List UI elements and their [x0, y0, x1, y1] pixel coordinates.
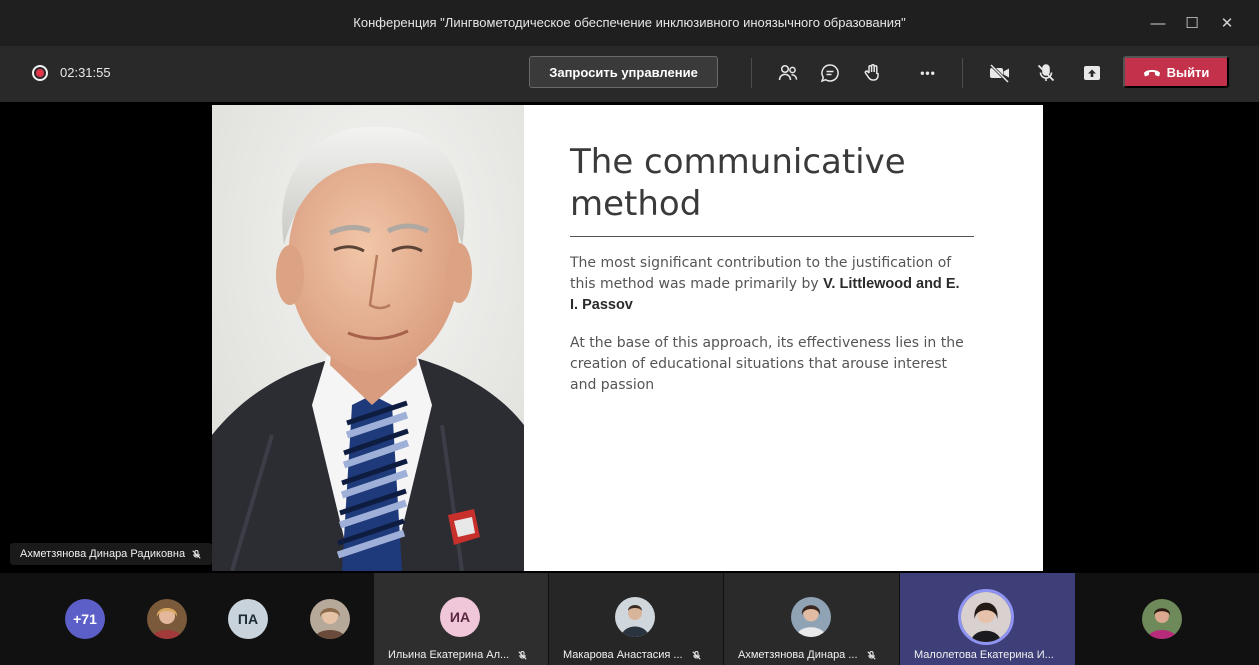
shared-content-stage: The communicative method The most signif…: [0, 102, 1259, 573]
toolbar-divider: [751, 58, 752, 88]
participant-name-text: Малолетова Екатерина И...: [914, 649, 1054, 661]
participant-initials: ИА: [440, 597, 480, 637]
participant-photo: [791, 597, 831, 637]
participant-name: Ильина Екатерина Ал...: [388, 649, 528, 661]
active-speaker-label: Ахметзянова Динара Радиковна: [10, 543, 213, 565]
camera-toggle-button[interactable]: [985, 58, 1015, 88]
request-control-button[interactable]: Запросить управление: [529, 56, 718, 88]
window-title: Конференция "Лингвометодическое обеспече…: [353, 15, 906, 30]
minimize-button[interactable]: —: [1141, 8, 1175, 38]
people-icon: [778, 64, 798, 81]
participant-name: Малолетова Екатерина И...: [914, 649, 1054, 661]
active-speaker-name: Ахметзянова Динара Радиковна: [20, 548, 186, 560]
participant-tile[interactable]: Макарова Анастасия ...: [549, 573, 723, 665]
share-screen-button[interactable]: [1077, 58, 1107, 88]
meeting-toolbar: 02:31:55 Запросить управление ••• Выйти: [0, 46, 1259, 102]
participant-tile[interactable]: Ахметзянова Динара ...: [724, 573, 899, 665]
camera-off-icon: [989, 63, 1010, 84]
chat-icon: [820, 64, 839, 83]
mic-toggle-button[interactable]: [1031, 58, 1061, 88]
more-participants-button[interactable]: +71: [65, 599, 105, 639]
meeting-timer: 02:31:55: [60, 65, 111, 80]
chat-button[interactable]: [815, 58, 845, 88]
participant-name-text: Ильина Екатерина Ал...: [388, 649, 510, 661]
more-actions-button[interactable]: •••: [913, 58, 943, 88]
mic-off-icon: [518, 650, 527, 660]
participant-avatar: [958, 589, 1014, 645]
participant-tile[interactable]: ИА Ильина Екатерина Ал...: [374, 573, 548, 665]
participant-tile-speaking[interactable]: Малолетова Екатерина И...: [900, 573, 1075, 665]
mic-off-icon: [691, 650, 701, 660]
participant-name-text: Макарова Анастасия ...: [563, 649, 683, 661]
participant-avatar: [615, 597, 655, 637]
participant-photo: [961, 592, 1011, 642]
participant-avatar[interactable]: [310, 599, 350, 639]
participant-avatar[interactable]: [147, 599, 187, 639]
speaker-portrait-image: [212, 105, 524, 571]
window-title-bar: Конференция "Лингвометодическое обеспече…: [0, 0, 1259, 46]
leave-label: Выйти: [1166, 64, 1210, 80]
mic-off-icon: [1037, 64, 1055, 82]
phone-hangup-icon: [1143, 70, 1160, 77]
toolbar-divider: [962, 58, 963, 88]
leave-button[interactable]: Выйти: [1123, 56, 1229, 88]
participant-avatar-pa[interactable]: ПА: [228, 599, 268, 639]
raise-hand-button[interactable]: [858, 58, 888, 88]
participant-name-text: Ахметзянова Динара ...: [738, 649, 858, 661]
participant-photo: [1142, 599, 1182, 639]
participant-photo: [147, 599, 187, 639]
participants-strip: +71 ПА ИА Ильина Екатерина Ал... Макаров…: [0, 573, 1259, 665]
slide-title: The communicative method: [570, 142, 906, 224]
hand-icon: [864, 64, 879, 81]
share-icon: [1084, 66, 1100, 80]
slide-divider: [570, 236, 974, 237]
participant-name: Макарова Анастасия ...: [563, 649, 702, 661]
participant-photo: [615, 597, 655, 637]
mic-off-icon: [192, 549, 201, 559]
participants-button[interactable]: [773, 58, 803, 88]
presentation-slide: The communicative method The most signif…: [212, 105, 1043, 571]
slide-paragraph-1: The most significant contribution to the…: [570, 253, 970, 316]
close-button[interactable]: ✕: [1210, 8, 1244, 38]
participant-name: Ахметзянова Динара ...: [738, 649, 877, 661]
participant-avatar[interactable]: [1142, 599, 1182, 639]
participant-photo: [310, 599, 350, 639]
participant-avatar: [791, 597, 831, 637]
recording-icon: [32, 65, 48, 81]
maximize-button[interactable]: ☐: [1175, 8, 1209, 38]
mic-off-icon: [866, 650, 876, 660]
slide-paragraph-2: At the base of this approach, its effect…: [570, 335, 964, 393]
